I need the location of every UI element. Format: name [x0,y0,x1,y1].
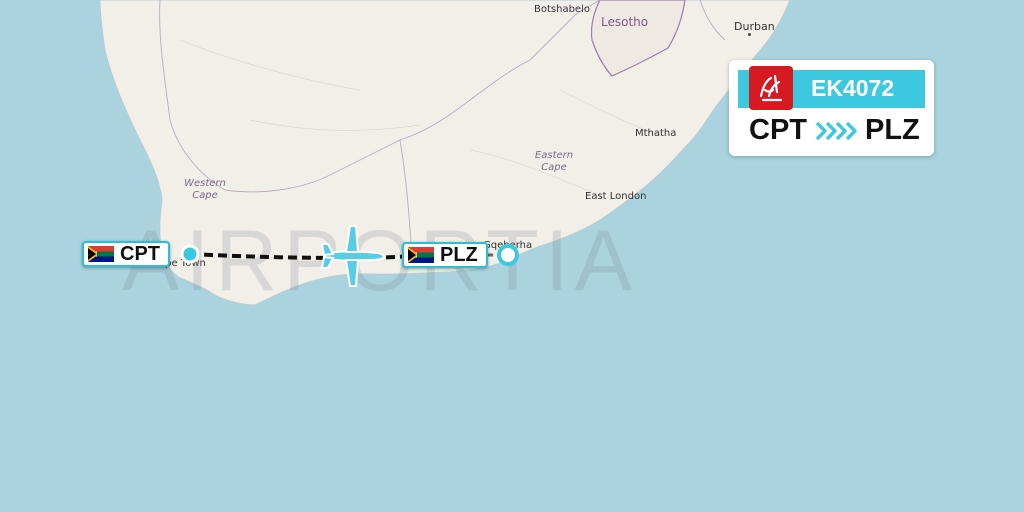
flight-number: EK4072 [811,75,895,101]
card-origin-code: CPT [749,114,807,146]
airplane-icon [320,225,385,287]
origin-airport-dot [180,244,200,264]
chevron-arrows-icon [815,121,857,140]
flight-map[interactable]: Botshabelo Lesotho Durban Mthatha Easter… [0,0,1024,512]
origin-airport-code: CPT [120,242,160,265]
destination-airport-code: PLZ [440,243,478,266]
emirates-logo-icon [749,66,793,110]
flight-info-card[interactable]: EK4072 CPT PLZ [729,60,934,156]
south-africa-flag-icon [88,246,114,262]
origin-airport-tag[interactable]: CPT [82,241,170,267]
card-route: CPT PLZ [749,114,920,147]
destination-airport-tag[interactable]: PLZ [402,242,488,268]
south-africa-flag-icon [408,247,434,263]
card-destination-code: PLZ [865,114,920,146]
destination-airport-dot [497,244,519,266]
